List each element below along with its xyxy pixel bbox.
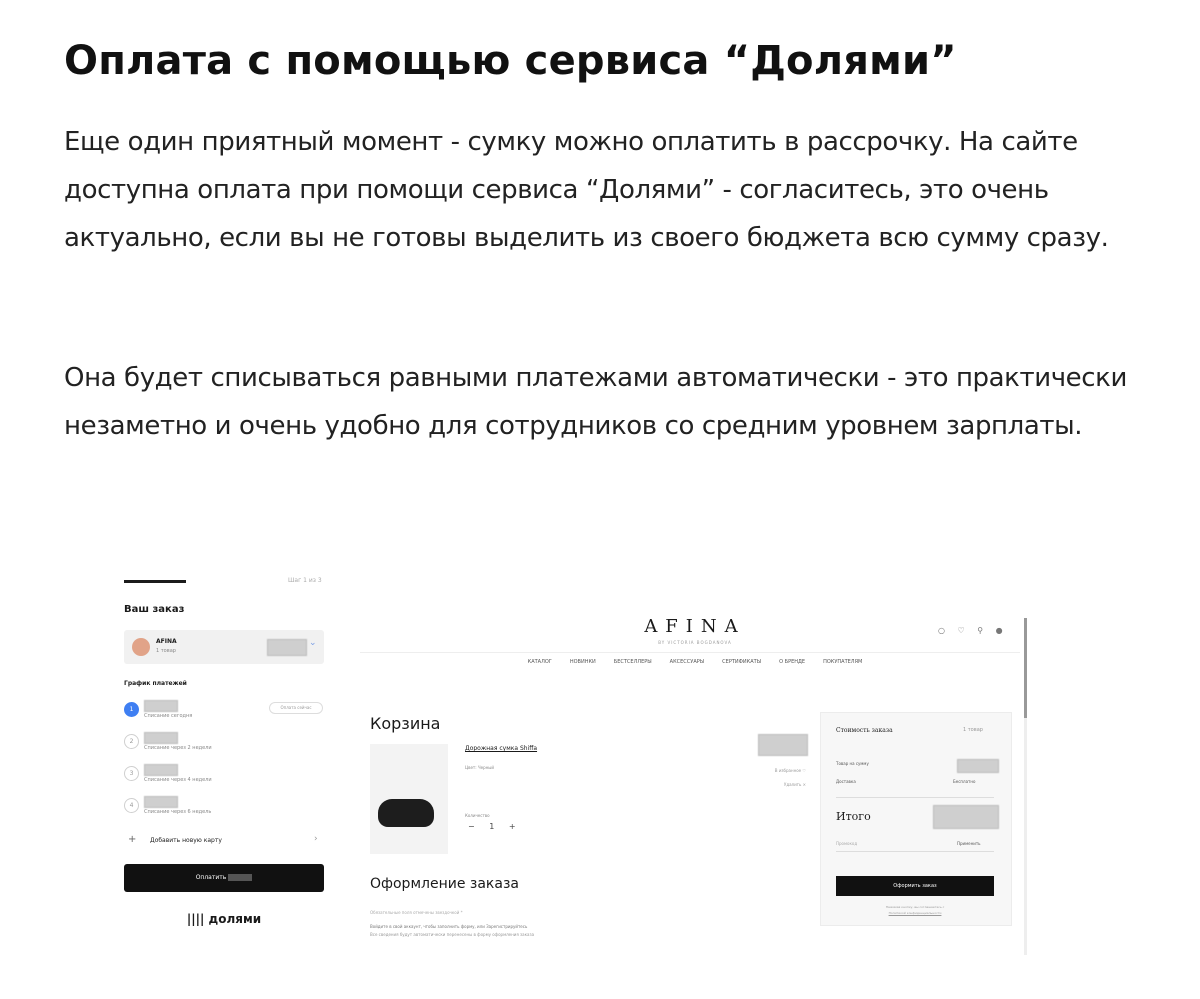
merchant-logo bbox=[132, 638, 150, 656]
merchant-items: 1 товар bbox=[156, 648, 176, 654]
payment-row: 2 Списание через 2 недели bbox=[124, 730, 324, 756]
privacy-policy-link[interactable]: Политикой конфиденциальности bbox=[836, 911, 994, 915]
menu-item[interactable]: СЕРТИФИКАТЫ bbox=[722, 659, 761, 665]
chevron-right-icon: › bbox=[314, 834, 318, 844]
required-fields-note: Обязательные поля отмечены звездочкой * bbox=[370, 910, 463, 915]
goods-label: Товар на сумму bbox=[836, 761, 869, 766]
product-image[interactable] bbox=[370, 744, 448, 854]
menu-divider bbox=[360, 652, 1020, 653]
cart-title: Корзина bbox=[370, 714, 441, 733]
summary-divider bbox=[836, 797, 994, 798]
goods-sum-blurred bbox=[957, 759, 999, 773]
scrollbar-thumb[interactable] bbox=[1024, 618, 1027, 718]
chevron-down-icon[interactable]: ⌄ bbox=[309, 638, 317, 648]
payment-amount-blurred bbox=[144, 700, 178, 712]
payment-badge: Оплата сейчас bbox=[269, 702, 323, 714]
payment-row: 1 Списание сегодня Оплата сейчас bbox=[124, 698, 324, 724]
summary-title: Стоимость заказа bbox=[836, 727, 893, 734]
article-title: Оплата с помощью сервиса “Долями” bbox=[64, 38, 957, 84]
payment-date: Списание через 6 недель bbox=[144, 809, 212, 815]
menu-item[interactable]: БЕСТСЕЛЛЕРЫ bbox=[614, 659, 652, 665]
add-card-label: Добавить новую карту bbox=[150, 837, 222, 844]
article-paragraph-1: Еще один приятный момент - сумку можно о… bbox=[64, 127, 1109, 253]
payment-amount-blurred bbox=[144, 764, 178, 776]
payment-row: 3 Списание через 4 недели bbox=[124, 762, 324, 788]
autofill-note: Все сведения будут автоматически перенес… bbox=[370, 932, 535, 937]
shop-logo-subtitle: BY VICTORIA BOGDANOVA bbox=[658, 640, 732, 645]
menu-item[interactable]: ПОКУПАТЕЛЯМ bbox=[823, 659, 862, 665]
apply-promo-button[interactable]: Применить bbox=[957, 841, 981, 846]
afina-shop-page: AFINA BY VICTORIA BOGDANOVA ○ ♡ ⚲ ● КАТА… bbox=[360, 610, 1030, 955]
total-label: Итого bbox=[836, 810, 871, 823]
menu-item[interactable]: КАТАЛОГ bbox=[528, 659, 552, 665]
add-to-favorites-link[interactable]: В избранное ♡ bbox=[758, 768, 806, 773]
article-paragraph-2: Она будет списываться равными платежами … bbox=[64, 363, 1127, 441]
payment-number: 2 bbox=[124, 734, 139, 749]
quantity-stepper[interactable]: − 1 + bbox=[468, 822, 522, 831]
product-price-blurred bbox=[758, 734, 808, 756]
payment-row: 4 Списание через 6 недель bbox=[124, 794, 324, 820]
agreement-text: Нажимая кнопку, вы соглашаетесь с bbox=[885, 905, 945, 909]
payment-number: 4 bbox=[124, 798, 139, 813]
login-note[interactable]: Войдите в свой аккаунт, чтобы заполнить … bbox=[370, 924, 527, 929]
product-name-link[interactable]: Дорожная сумка Shiffa bbox=[465, 745, 537, 752]
order-summary: Стоимость заказа 1 товар Товар на сумму … bbox=[820, 712, 1012, 926]
quantity-label: Количество bbox=[465, 813, 490, 818]
order-title: Ваш заказ bbox=[124, 604, 185, 615]
delivery-value: Бесплатно bbox=[953, 779, 976, 784]
payment-amount-blurred bbox=[144, 732, 178, 744]
payment-date: Списание через 4 недели bbox=[144, 777, 212, 783]
step-indicator: Шаг 1 из 3 bbox=[288, 577, 322, 584]
remove-item-link[interactable]: Удалить × bbox=[758, 782, 806, 787]
order-amount-blurred bbox=[267, 639, 307, 656]
plus-icon: + bbox=[128, 834, 137, 845]
progress-bar bbox=[124, 580, 186, 583]
payment-amount-blurred bbox=[144, 796, 178, 808]
payment-number: 3 bbox=[124, 766, 139, 781]
promo-code-input[interactable]: Промокод bbox=[836, 841, 857, 846]
delivery-label: Доставка bbox=[836, 779, 856, 784]
pay-button-label: Оплатить bbox=[195, 874, 227, 881]
schedule-title: График платежей bbox=[124, 680, 187, 687]
dolyami-payment-panel: Шаг 1 из 3 Ваш заказ AFINA 1 товар ⌄ Гра… bbox=[124, 560, 334, 950]
payment-date: Списание сегодня bbox=[144, 713, 193, 719]
main-menu: КАТАЛОГ НОВИНКИ БЕСТСЕЛЛЕРЫ АКСЕССУАРЫ С… bbox=[360, 659, 1030, 665]
dolyami-logo: |||| долями bbox=[186, 912, 262, 926]
pay-amount-blurred bbox=[228, 874, 253, 881]
merchant-name: AFINA bbox=[156, 638, 177, 645]
scrollbar[interactable] bbox=[1024, 618, 1027, 955]
pay-button[interactable]: Оплатить bbox=[124, 864, 324, 892]
menu-item[interactable]: О БРЕНДЕ bbox=[779, 659, 805, 665]
menu-item[interactable]: АКСЕССУАРЫ bbox=[670, 659, 705, 665]
payment-date: Списание через 2 недели bbox=[144, 745, 212, 751]
summary-count: 1 товар bbox=[963, 727, 983, 733]
add-card-row[interactable]: + Добавить новую карту › bbox=[124, 830, 324, 854]
shop-logo[interactable]: AFINA bbox=[360, 616, 1030, 637]
checkout-title: Оформление заказа bbox=[370, 876, 519, 892]
total-value-blurred bbox=[933, 805, 999, 829]
checkout-button[interactable]: Оформить заказ bbox=[836, 876, 994, 896]
bag-image bbox=[378, 799, 434, 827]
menu-item[interactable]: НОВИНКИ bbox=[570, 659, 596, 665]
promo-underline bbox=[836, 851, 994, 852]
product-color: Цвет: Черный bbox=[465, 765, 494, 770]
screenshot-illustration: Шаг 1 из 3 Ваш заказ AFINA 1 товар ⌄ Гра… bbox=[110, 560, 1040, 960]
header-icons[interactable]: ○ ♡ ⚲ ● bbox=[938, 626, 1008, 635]
payment-number: 1 bbox=[124, 702, 139, 717]
merchant-card[interactable]: AFINA 1 товар ⌄ bbox=[124, 630, 324, 664]
